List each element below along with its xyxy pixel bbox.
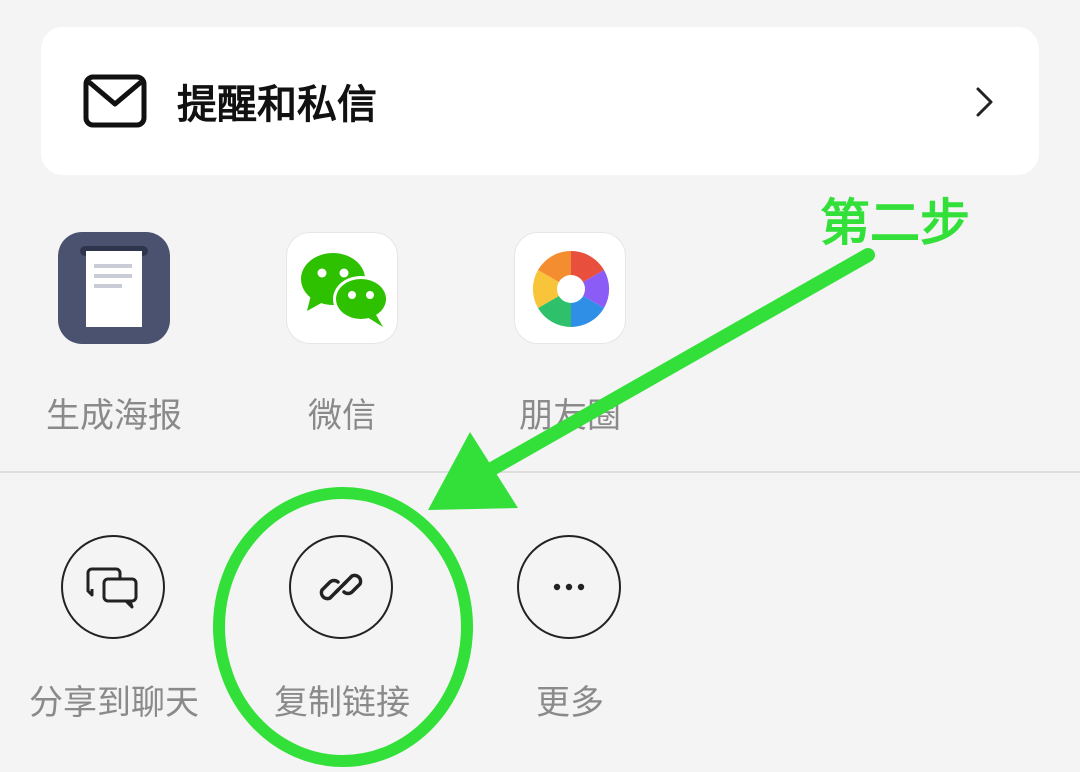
share-app-label: 微信 — [308, 396, 376, 436]
moments-icon — [514, 232, 626, 344]
more-dots-icon — [553, 583, 585, 591]
chevron-right-icon — [976, 87, 993, 117]
action-label: 分享到聊天 — [29, 683, 199, 723]
mail-icon — [83, 74, 147, 128]
section-divider — [0, 471, 1080, 473]
share-app-label: 生成海报 — [46, 396, 182, 436]
share-app-label: 朋友圈 — [519, 396, 621, 436]
annotation-step-label: 第二步 — [820, 194, 970, 252]
wechat-icon — [286, 232, 398, 344]
link-icon — [319, 573, 363, 601]
copy-link-ring — [289, 535, 393, 639]
notifications-row[interactable]: 提醒和私信 — [41, 27, 1039, 175]
chat-bubbles-icon — [86, 567, 138, 609]
notifications-label: 提醒和私信 — [177, 82, 377, 128]
share-to-chat-ring — [61, 535, 165, 639]
more-ring — [517, 535, 621, 639]
action-label: 复制链接 — [274, 683, 410, 723]
poster-icon — [58, 232, 170, 344]
action-label: 更多 — [536, 683, 604, 723]
